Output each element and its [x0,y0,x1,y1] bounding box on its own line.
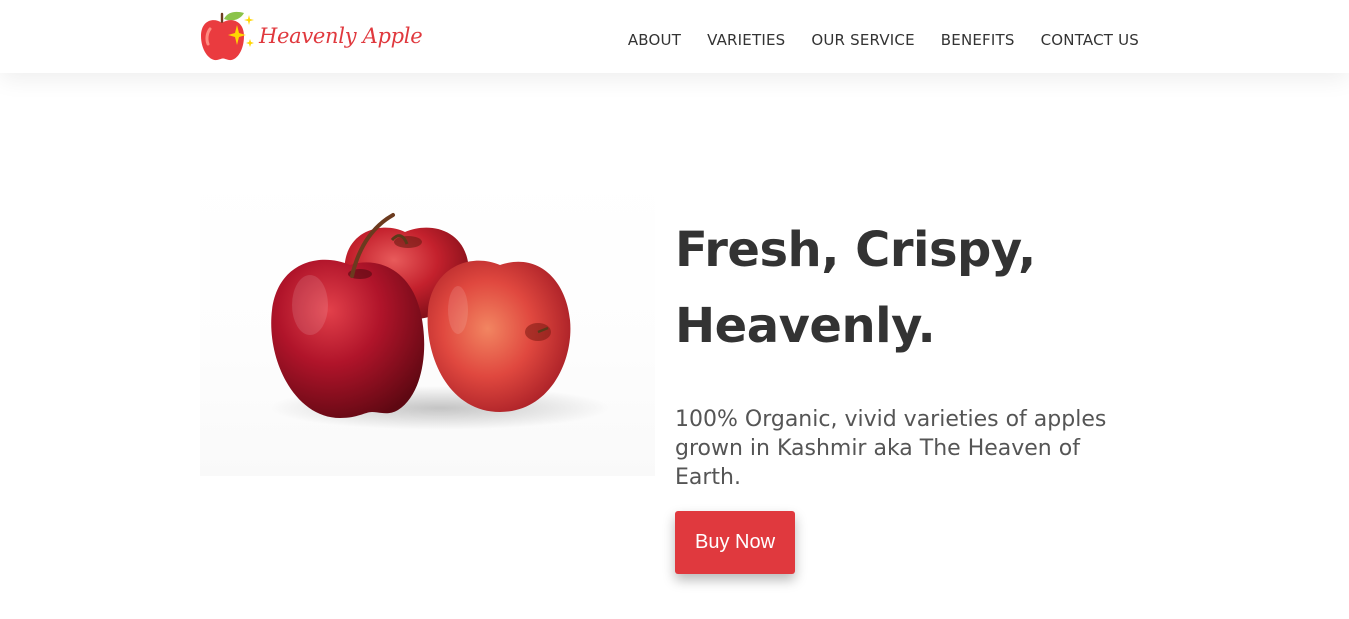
red-apples-image [200,170,655,476]
main-nav: ABOUT VARIETIES OUR SERVICE BENEFITS CON… [602,31,1139,49]
nav-our-service[interactable]: OUR SERVICE [811,31,914,49]
brand-name: Heavenly Apple [259,24,423,48]
hero-subtext: 100% Organic, vivid varieties of apples … [675,407,1107,490]
hero-headline: Fresh, Crispy, Heavenly. [675,212,1155,364]
nav-contact-us[interactable]: CONTACT US [1041,31,1139,49]
nav-varieties[interactable]: VARIETIES [707,31,785,49]
buy-now-button[interactable]: Buy Now [675,511,795,574]
nav-about[interactable]: ABOUT [628,31,681,49]
brand-logo[interactable]: Heavenly Apple [199,8,423,64]
navbar: Heavenly Apple ABOUT VARIETIES OUR SERVI… [0,0,1349,73]
nav-benefits[interactable]: BENEFITS [941,31,1015,49]
hero-headline-line1: Fresh, Crispy, [675,222,1036,278]
hero-headline-line2: Heavenly. [675,298,936,354]
apple-sparkle-icon [201,11,254,61]
